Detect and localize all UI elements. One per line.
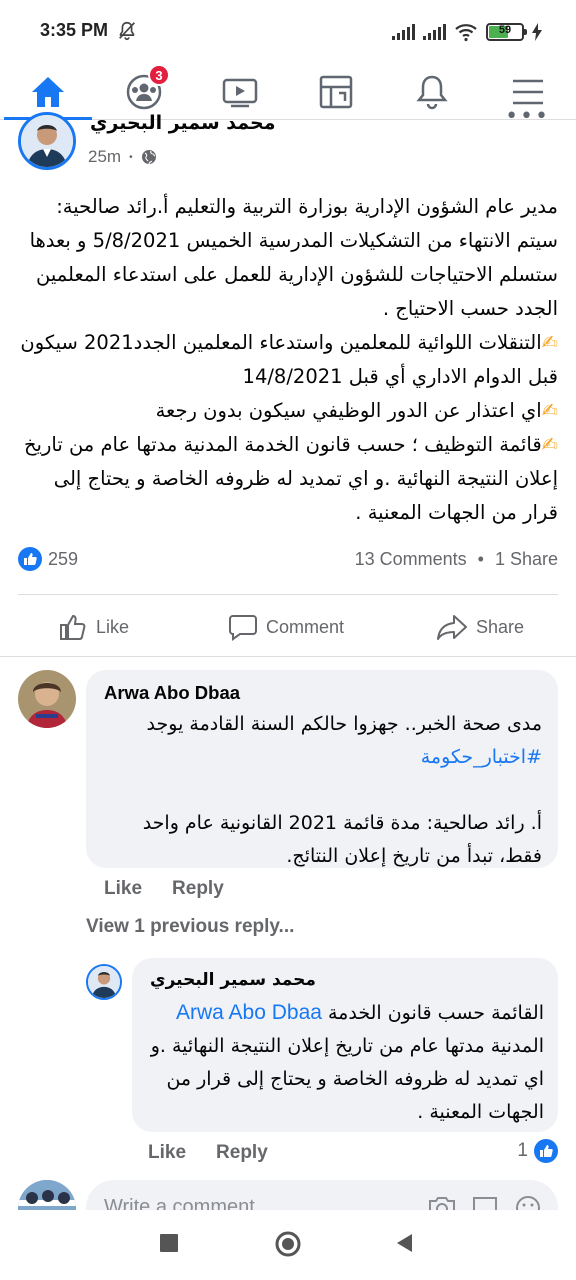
comment-like-button[interactable]: Like (104, 878, 142, 900)
thumbs-up-icon (60, 614, 86, 640)
watch-video-icon (222, 78, 258, 108)
marketplace-icon (319, 75, 353, 109)
post-paragraph: مدير عام الشؤون الإدارية بوزارة التربية … (29, 195, 558, 320)
post-time-text: 25m (88, 147, 122, 166)
like-reaction-icon (18, 547, 42, 571)
share-label: Share (476, 616, 525, 637)
home-button[interactable] (274, 1230, 302, 1258)
comment-label: Comment (266, 616, 345, 637)
top-nav-bar: 3 (0, 64, 576, 120)
comment-line: مدى صحة الخبر.. جهزوا حالكم السنة القادم… (146, 713, 542, 735)
comment-text: مدى صحة الخبر.. جهزوا حالكم السنة القادم… (104, 708, 542, 873)
like-label: Like (96, 616, 130, 637)
reply-author[interactable]: محمد سمير البحيري (150, 970, 316, 990)
view-previous-replies-link[interactable]: View 1 previous reply... (86, 916, 294, 938)
reply-actions: Like Reply (148, 1142, 268, 1164)
charging-bolt-icon (532, 23, 542, 41)
recent-apps-button[interactable] (158, 1232, 180, 1254)
wifi-icon (455, 24, 477, 42)
hamburger-menu-icon (513, 79, 543, 105)
globe-icon (141, 150, 156, 165)
status-bar: 3:35 PM 59 (0, 0, 576, 64)
friends-badge: 3 (148, 64, 170, 86)
nav-marketplace[interactable] (288, 64, 384, 120)
post-paragraph: ✍التنقلات اللوائية للمعلمين واستدعاء الم… (20, 331, 558, 388)
post-paragraph: ✍اي اعتذار عن الدور الوظيفي سيكون بدون ر… (155, 399, 558, 422)
writing-hand-icon: ✍ (541, 331, 558, 354)
post-options-icon[interactable]: ••• (505, 106, 550, 128)
comment-reply-button[interactable]: Reply (172, 878, 224, 900)
like-button[interactable]: Like (58, 600, 129, 654)
reply-like-button[interactable]: Like (148, 1142, 186, 1164)
post-text: مدير عام الشؤون الإدارية بوزارة التربية … (20, 190, 558, 530)
back-button[interactable] (394, 1232, 416, 1254)
engagement-counts[interactable]: 13 Comments • 1 Share (355, 549, 558, 570)
comments-count[interactable]: 13 Comments (355, 549, 467, 569)
reply-author-avatar[interactable] (86, 964, 122, 1000)
battery-icon: 59 (486, 23, 527, 41)
comment-bubble-icon (229, 615, 257, 641)
like-reaction-icon (534, 1139, 558, 1163)
writing-hand-icon: ✍ (541, 399, 558, 422)
share-arrow-icon (437, 615, 467, 640)
comment-actions: Like Reply (104, 878, 224, 900)
signal-icon (392, 24, 415, 40)
reply-like-count: 1 (517, 1140, 528, 1161)
post-paragraph: ✍قائمة التوظيف ؛ حسب قانون الخدمة المدني… (23, 433, 558, 524)
reply-line: القائمة حسب قانون الخدمة (328, 1002, 544, 1024)
reply-text: القائمة حسب قانون الخدمة Arwa Abo Dbaa ا… (146, 996, 544, 1129)
count-separator: • (477, 549, 484, 569)
reply-reply-button[interactable]: Reply (216, 1142, 268, 1164)
writing-hand-icon: ✍ (541, 433, 558, 456)
divider (18, 594, 558, 595)
reply-line: المدنية مدتها عام من تاريخ إعلان النتيجة… (150, 1035, 544, 1123)
post-timestamp[interactable]: 25m • (88, 147, 157, 167)
avatar-photo (88, 966, 120, 998)
bell-icon (416, 75, 448, 110)
mute-bell-icon (119, 21, 135, 41)
shares-count[interactable]: 1 Share (495, 549, 558, 569)
avatar-photo (18, 670, 76, 728)
clock: 3:35 PM (40, 20, 109, 40)
signal-icon (423, 24, 446, 40)
share-button[interactable]: Share (436, 600, 524, 654)
hashtag-link[interactable]: #اختبار_حكومة (104, 741, 542, 774)
home-icon (32, 77, 64, 107)
post-actions: Like Comment Share (0, 600, 576, 654)
reply-reaction-count[interactable]: 1 (517, 1139, 558, 1163)
system-nav-bar (0, 1210, 576, 1280)
comment-line: أ. رائد صالحية: مدة قائمة 2021 القانونية… (142, 812, 542, 867)
reaction-count: 259 (48, 548, 79, 569)
comment-button[interactable]: Comment (228, 600, 344, 654)
avatar-photo (21, 115, 73, 167)
divider (0, 656, 576, 657)
post-author-name[interactable]: محمد سمير البحيري (90, 112, 275, 134)
battery-level: 59 (498, 24, 512, 36)
comment-author[interactable]: Arwa Abo Dbaa (104, 682, 240, 704)
post-author-avatar[interactable] (18, 112, 76, 170)
mention-link[interactable]: Arwa Abo Dbaa (176, 1001, 322, 1024)
nav-notifications[interactable] (384, 64, 480, 120)
commenter-avatar[interactable] (18, 670, 76, 728)
reaction-summary[interactable]: 259 (18, 547, 78, 571)
